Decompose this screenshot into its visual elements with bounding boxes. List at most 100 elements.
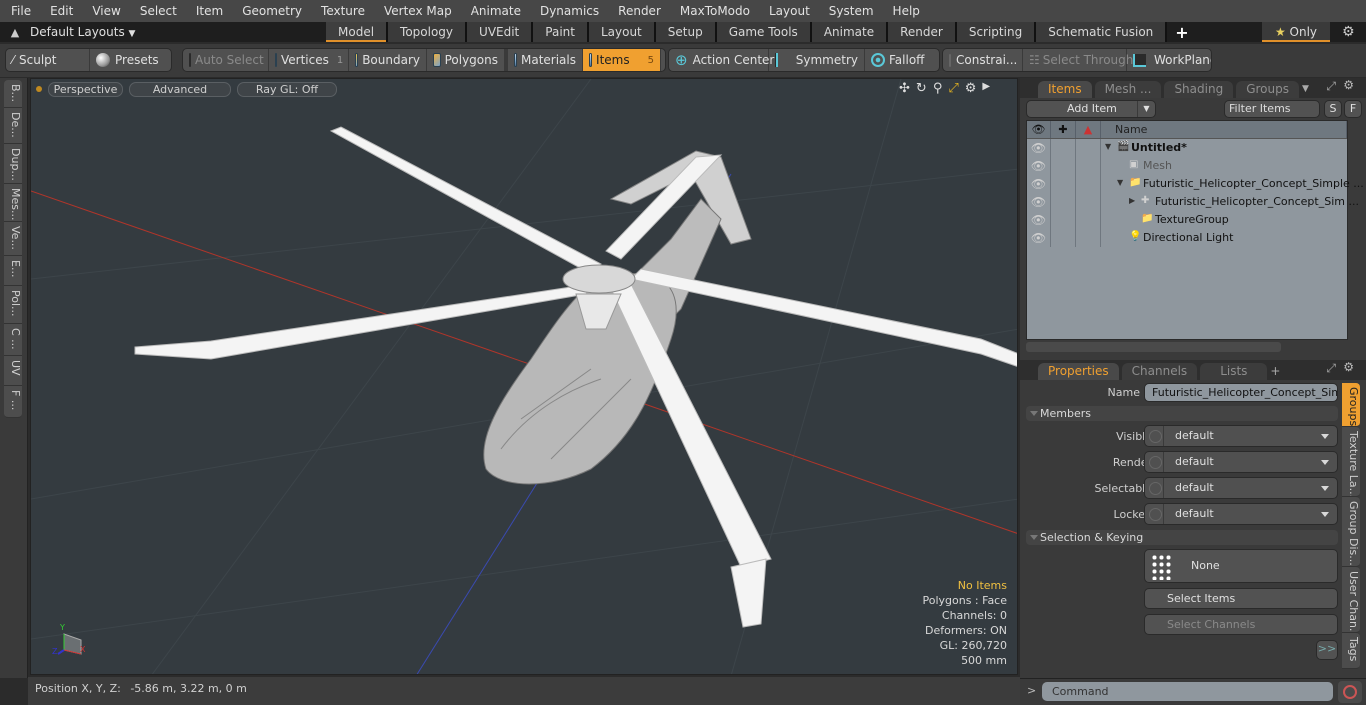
eye-icon[interactable]: 👁 [1027, 139, 1051, 157]
tab-render[interactable]: Render [888, 22, 957, 42]
3d-viewport[interactable]: Y X Z Perspective Advanced Ray GL: Off ✣… [30, 78, 1018, 675]
constraints-button[interactable]: Constrai... [943, 49, 1023, 71]
left-tab-deform[interactable]: De... [4, 108, 22, 144]
s-button[interactable]: S [1324, 100, 1342, 118]
tab-mesh[interactable]: Mesh ... [1094, 81, 1162, 98]
panel-expand-icon[interactable]: ⤢ [1326, 361, 1336, 376]
boundary-button[interactable]: Boundary [349, 49, 427, 71]
panel-gear-icon[interactable]: ⚙ [1343, 360, 1354, 374]
tab-properties[interactable]: Properties [1038, 363, 1119, 380]
name-column-header[interactable]: Name [1101, 121, 1347, 138]
selectable-dropdown[interactable]: default [1144, 477, 1338, 499]
selection-keying-section[interactable]: Selection & Keying [1026, 530, 1338, 545]
tab-game-tools[interactable]: Game Tools [716, 22, 812, 42]
lock-cell[interactable] [1051, 193, 1076, 211]
eye-icon[interactable]: 👁 [1027, 157, 1051, 175]
tab-schematic-fusion[interactable]: Schematic Fusion [1036, 22, 1168, 42]
lock-cell[interactable] [1051, 211, 1076, 229]
presets-button[interactable]: Presets [90, 49, 165, 71]
name-field[interactable]: Futuristic_Helicopter_Concept_Simple [1144, 383, 1338, 402]
tab-channels[interactable]: Channels [1121, 363, 1198, 380]
raygl-button[interactable]: Ray GL: Off [237, 82, 337, 97]
expand-arrow-icon[interactable]: ▼ [1105, 142, 1111, 151]
lock-cell[interactable] [1051, 157, 1076, 175]
lock-cell[interactable] [1051, 175, 1076, 193]
only-button[interactable]: ★ Only [1262, 22, 1330, 42]
eye-icon[interactable]: 👁 [1027, 175, 1051, 193]
menu-help[interactable]: Help [882, 0, 928, 22]
maximize-icon[interactable]: ⤢ [948, 81, 958, 96]
item-list-scrollbar[interactable] [1026, 342, 1281, 352]
item-row[interactable]: 👁 ▶ ✚ Futuristic_Helicopter_Concept_Sim ... [1027, 193, 1359, 211]
item-row[interactable]: 👁 ▼ 📁 Futuristic_Helicopter_Concept_Simple … [1027, 175, 1364, 193]
eye-icon[interactable]: 👁 [1027, 211, 1051, 229]
left-tab-basic[interactable]: B... [4, 80, 22, 108]
tab-setup[interactable]: Setup [655, 22, 717, 42]
side-tab-texture-layers[interactable]: Texture La... [1342, 427, 1360, 497]
left-tab-vertex[interactable]: Ve... [4, 222, 22, 256]
lock-cell[interactable] [1051, 139, 1076, 157]
left-tab-uv[interactable]: UV [4, 356, 22, 386]
tabs-dropdown-icon[interactable]: ▼ [1302, 81, 1309, 98]
select-through-button[interactable]: ☷ Select Through [1023, 49, 1133, 71]
view-mode-button[interactable]: Perspective [48, 82, 123, 97]
left-tab-fusion[interactable]: F ... [4, 386, 22, 418]
more-button[interactable]: >> [1316, 640, 1338, 660]
zoom-icon[interactable]: ⚲ [933, 81, 943, 96]
menu-layout[interactable]: Layout [758, 0, 818, 22]
auto-select-button[interactable]: Auto Select [183, 49, 269, 71]
tab-paint[interactable]: Paint [533, 22, 589, 42]
menu-select[interactable]: Select [129, 0, 185, 22]
left-tab-polygon[interactable]: Pol... [4, 286, 22, 324]
left-tab-mesh-edit[interactable]: Mes... [4, 184, 22, 222]
tab-shading[interactable]: Shading [1164, 81, 1234, 98]
item-row[interactable]: 👁 ▼ 🎬 Untitled* [1027, 139, 1347, 157]
menu-vertex-map[interactable]: Vertex Map [373, 0, 460, 22]
side-tab-tags[interactable]: Tags [1342, 633, 1360, 669]
select-items-button[interactable]: Select Items [1144, 588, 1338, 609]
tab-groups[interactable]: Groups [1236, 81, 1299, 98]
materials-button[interactable]: Materials [505, 49, 583, 71]
expand-arrow-icon[interactable]: ▶ [982, 81, 990, 96]
panel-gear-icon[interactable]: ⚙ [1343, 78, 1354, 92]
tab-scripting[interactable]: Scripting [956, 22, 1037, 42]
tab-animate[interactable]: Animate [811, 22, 889, 42]
sculpt-button[interactable]: ⁄ Sculpt [6, 49, 90, 71]
menu-texture[interactable]: Texture [310, 0, 373, 22]
expand-arrow-icon[interactable]: ▼ [1117, 178, 1123, 187]
item-row[interactable]: 👁 📁 TextureGroup [1027, 211, 1347, 229]
default-layouts-dropdown[interactable]: Default Layouts ▼ [30, 25, 326, 39]
menu-dynamics[interactable]: Dynamics [529, 0, 607, 22]
visible-dropdown[interactable]: default [1144, 425, 1338, 447]
viewport-gear-icon[interactable]: ⚙ [965, 81, 977, 96]
lock-column-icon[interactable]: ✚ [1051, 121, 1076, 138]
menu-system[interactable]: System [818, 0, 882, 22]
axis-column-icon[interactable]: ▲ [1076, 121, 1101, 138]
tab-model[interactable]: Model [326, 22, 389, 42]
tab-lists[interactable]: Lists [1200, 363, 1268, 380]
action-center-button[interactable]: ⊕ Action Center [669, 49, 774, 71]
menu-geometry[interactable]: Geometry [231, 0, 310, 22]
side-tab-user-channels[interactable]: User Chan... [1342, 567, 1360, 633]
symmetry-button[interactable]: Symmetry [769, 49, 865, 71]
items-button[interactable]: Items 5 [583, 49, 661, 71]
tab-topology[interactable]: Topology [388, 22, 468, 42]
left-tab-duplicate[interactable]: Dup... [4, 144, 22, 184]
filter-items-input[interactable]: Filter Items [1224, 100, 1320, 118]
menu-item[interactable]: Item [185, 0, 231, 22]
shading-mode-button[interactable]: Advanced [129, 82, 231, 97]
eye-icon[interactable]: 👁 [1027, 229, 1051, 247]
gear-icon[interactable]: ⚙ [1342, 22, 1355, 42]
members-section[interactable]: Members [1026, 406, 1338, 421]
menu-maxtomodo[interactable]: MaxToModo [669, 0, 758, 22]
workplane-button[interactable]: WorkPlane [1127, 49, 1211, 71]
left-tab-edge[interactable]: E... [4, 256, 22, 286]
side-tab-group-display[interactable]: Group Dis... [1342, 497, 1360, 567]
add-tab-button[interactable]: + [1167, 23, 1196, 42]
vertices-button[interactable]: Vertices 1 [269, 49, 349, 71]
collapse-icon[interactable]: ▲ [0, 26, 30, 39]
polygons-button[interactable]: Polygons [427, 49, 505, 71]
command-input[interactable]: Command [1042, 682, 1333, 701]
left-tab-curve[interactable]: C ... [4, 324, 22, 356]
f-button[interactable]: F [1344, 100, 1362, 118]
